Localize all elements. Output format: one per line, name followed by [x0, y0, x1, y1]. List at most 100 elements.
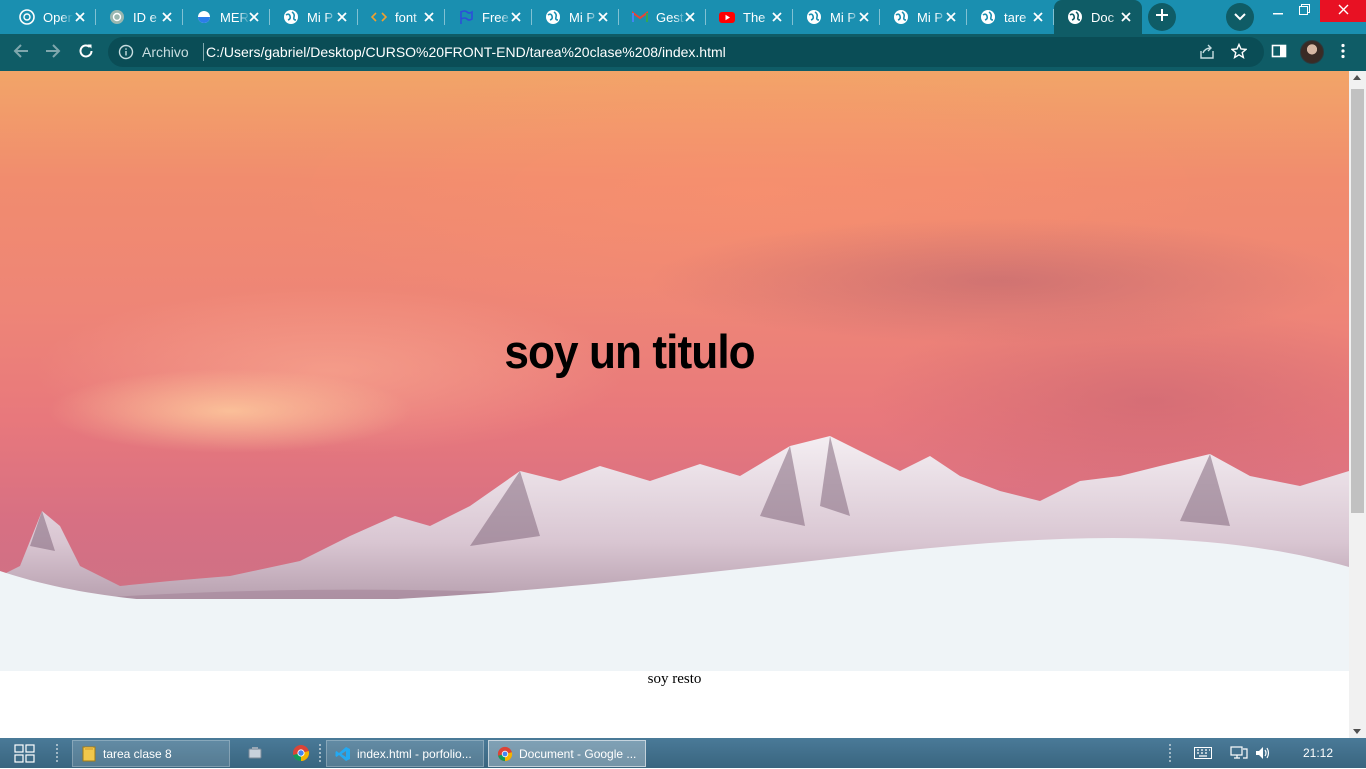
share-icon[interactable]: [1199, 44, 1215, 65]
tab-openai[interactable]: Open: [6, 0, 96, 34]
tab-document-active[interactable]: Doc: [1054, 0, 1142, 34]
address-bar[interactable]: Archivo C:/Users/gabriel/Desktop/CURSO%2…: [108, 37, 1264, 67]
app-pin-icon[interactable]: [246, 744, 264, 762]
back-arrow-icon: [13, 43, 29, 64]
close-icon[interactable]: [1119, 10, 1133, 24]
plus-icon: [1155, 8, 1169, 27]
tab-mi-p-2[interactable]: Mi P: [532, 0, 619, 34]
page-viewport: soy un titulo soy resto: [0, 71, 1349, 738]
reload-button[interactable]: [73, 40, 99, 66]
rest-text: soy resto: [647, 671, 702, 687]
minimize-icon: [1273, 2, 1283, 20]
globe-icon: [545, 9, 561, 25]
openai-icon: [19, 9, 35, 25]
tab-youtube[interactable]: The: [706, 0, 793, 34]
scroll-up-arrow-icon[interactable]: [1353, 75, 1361, 80]
side-panel-button[interactable]: [1266, 40, 1292, 66]
chrome-pin-icon[interactable]: [292, 744, 310, 762]
hero-title: soy un titulo: [504, 325, 755, 378]
close-icon[interactable]: [770, 10, 784, 24]
taskbar-grip[interactable]: [318, 743, 322, 763]
scrollbar-thumb[interactable]: [1351, 89, 1364, 513]
address-separator: [203, 43, 204, 61]
restore-icon: [1298, 2, 1310, 20]
folder-icon: [81, 746, 97, 762]
hero-section: soy un titulo: [0, 71, 1349, 671]
profile-avatar[interactable]: [1300, 40, 1324, 64]
vscode-icon: [335, 746, 351, 762]
info-icon[interactable]: [118, 44, 134, 60]
chevron-down-icon: [1234, 8, 1246, 26]
url-text[interactable]: C:/Users/gabriel/Desktop/CURSO%20FRONT-E…: [206, 44, 726, 60]
tab-title: Mi P: [569, 9, 595, 25]
more-vert-icon: [1341, 43, 1345, 64]
code-icon: [371, 9, 387, 25]
globe-icon: [980, 9, 996, 25]
taskbar-window-vscode[interactable]: index.html - porfolio...: [326, 740, 484, 767]
back-button[interactable]: [8, 40, 34, 66]
side-panel-icon: [1271, 43, 1287, 64]
tab-id[interactable]: ID e: [96, 0, 183, 34]
chrome-icon: [497, 746, 513, 762]
scheme-label: Archivo: [142, 44, 189, 60]
taskbar-grip[interactable]: [1168, 743, 1172, 763]
tab-title: Gest: [656, 9, 684, 25]
tab-mi-p-3[interactable]: Mi P: [793, 0, 880, 34]
reload-icon: [78, 43, 94, 64]
hero-bottom-band: [0, 599, 1349, 671]
restore-button[interactable]: [1284, 0, 1324, 22]
tab-search-button[interactable]: [1226, 3, 1254, 31]
tab-title: Open: [43, 9, 73, 25]
tab-mi-p-4[interactable]: Mi P: [880, 0, 967, 34]
taskbar-clock[interactable]: 21:12: [1290, 746, 1346, 760]
close-icon: [1338, 2, 1349, 20]
tab-strip: Open ID e MER Mi P font Free Mi P Gest T…: [0, 0, 1366, 34]
tab-title: tare: [1004, 9, 1027, 25]
tab-mi-p-1[interactable]: Mi P: [270, 0, 358, 34]
vertical-scrollbar[interactable]: [1349, 71, 1366, 738]
scroll-down-arrow-icon[interactable]: [1353, 729, 1361, 734]
forward-button[interactable]: [40, 40, 66, 66]
taskbar-window-label: Document - Google ...: [519, 746, 637, 761]
globe-icon: [1067, 9, 1083, 25]
start-grid-icon[interactable]: [14, 744, 36, 764]
tab-title: Mi P: [307, 9, 333, 25]
tab-tarea[interactable]: tare: [967, 0, 1054, 34]
close-icon[interactable]: [857, 10, 871, 24]
network-icon[interactable]: [1230, 745, 1248, 761]
close-icon[interactable]: [683, 10, 697, 24]
chatgpt-icon: [109, 9, 125, 25]
tab-free[interactable]: Free: [445, 0, 532, 34]
taskbar-window-label: tarea clase 8: [103, 746, 172, 761]
close-icon[interactable]: [73, 10, 87, 24]
close-icon[interactable]: [422, 10, 436, 24]
close-icon[interactable]: [944, 10, 958, 24]
close-icon[interactable]: [596, 10, 610, 24]
new-tab-button[interactable]: [1148, 3, 1176, 31]
tab-mer[interactable]: MER: [183, 0, 270, 34]
tab-title: font: [395, 9, 417, 25]
close-icon[interactable]: [509, 10, 523, 24]
gmail-icon: [632, 9, 648, 25]
keyboard-icon[interactable]: [1194, 745, 1212, 761]
taskbar-window-folder[interactable]: tarea clase 8: [72, 740, 230, 767]
menu-button[interactable]: [1330, 40, 1356, 66]
star-icon[interactable]: [1230, 42, 1248, 64]
close-window-button[interactable]: [1320, 0, 1366, 22]
taskbar-grip[interactable]: [55, 743, 59, 763]
tab-gmail[interactable]: Gest: [619, 0, 706, 34]
taskbar-window-chrome[interactable]: Document - Google ...: [488, 740, 646, 767]
close-icon[interactable]: [335, 10, 349, 24]
tab-title: MER: [220, 9, 249, 25]
tab-title: ID e: [133, 9, 157, 25]
close-icon[interactable]: [1031, 10, 1045, 24]
volume-icon[interactable]: [1254, 745, 1272, 761]
flag-icon: [458, 9, 474, 25]
close-icon[interactable]: [247, 10, 261, 24]
globe-icon: [806, 9, 822, 25]
globe-icon: [283, 9, 299, 25]
tab-font[interactable]: font: [358, 0, 445, 34]
tab-title: Doc: [1091, 9, 1115, 25]
tab-title: Mi P: [830, 9, 856, 25]
close-icon[interactable]: [160, 10, 174, 24]
